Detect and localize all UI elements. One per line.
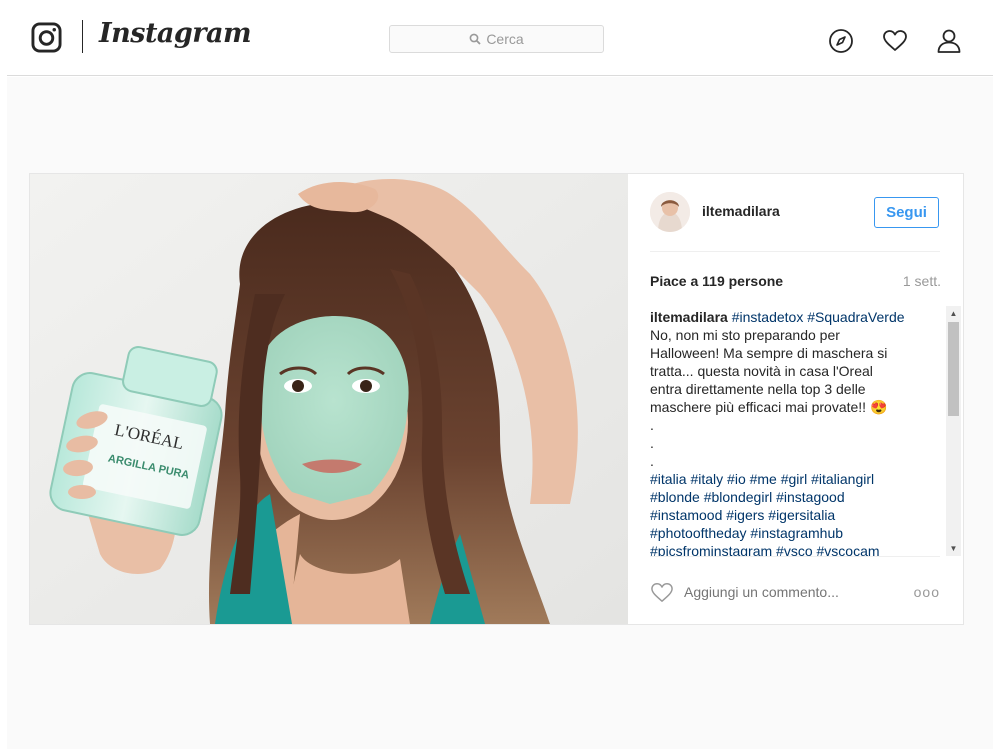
scrollbar-thumb[interactable] <box>948 322 959 416</box>
search-input[interactable]: Cerca <box>389 25 604 53</box>
post-timestamp[interactable]: 1 sett. <box>903 273 941 289</box>
post-header: iltemadilara Segui <box>650 174 940 252</box>
caption-scroll-area[interactable]: iltemadilara #instadetox #SquadraVerde N… <box>650 308 962 556</box>
caption-text-line: Halloween! Ma sempre di maschera si <box>650 345 888 361</box>
caption-first-line: iltemadilara #instadetox #SquadraVerde <box>650 308 940 326</box>
top-nav: Instagram Cerca <box>7 0 993 76</box>
like-heart-icon[interactable] <box>650 581 674 603</box>
avatar-image <box>650 192 690 232</box>
heart-icon[interactable] <box>882 28 908 54</box>
hashtag-line[interactable]: #instamood #igers #igersitalia <box>650 506 940 524</box>
caption-text-line: maschere più efficaci mai provate!! 😍 <box>650 399 888 415</box>
post-username[interactable]: iltemadilara <box>702 203 780 219</box>
caption-scrollbar[interactable]: ▲ ▼ <box>946 306 961 556</box>
likes-count[interactable]: Piace a 119 persone <box>650 273 783 289</box>
hashtag-link[interactable]: #instadetox <box>732 309 804 325</box>
hashtag-line[interactable]: #photooftheday #instagramhub <box>650 524 940 542</box>
scroll-up-arrow-icon[interactable]: ▲ <box>946 306 961 321</box>
scroll-down-arrow-icon[interactable]: ▼ <box>946 541 961 556</box>
caption-dot-line: . <box>650 417 654 433</box>
follow-button[interactable]: Segui <box>874 197 939 228</box>
caption: iltemadilara #instadetox #SquadraVerde N… <box>650 308 940 556</box>
instagram-logo-icon[interactable] <box>31 22 62 53</box>
compass-icon[interactable] <box>828 28 854 54</box>
post-card: L'ORÉAL ARGILLA PURA iltemadilara Segui <box>29 173 964 625</box>
avatar[interactable] <box>650 192 690 232</box>
hashtag-link[interactable]: #SquadraVerde <box>807 309 904 325</box>
hashtag-line[interactable]: #picsfrominstagram #vsco #vscocam <box>650 542 940 556</box>
search-icon <box>469 33 481 45</box>
hashtag-line[interactable]: #italia #italy #io #me #girl #italiangir… <box>650 470 940 488</box>
caption-dot-line: . <box>650 435 654 451</box>
caption-text-line: tratta... questa novità in casa l'Oreal <box>650 363 873 379</box>
more-options-icon[interactable]: ooo <box>914 584 940 600</box>
logo-separator <box>82 20 83 53</box>
post-photo[interactable]: L'ORÉAL ARGILLA PURA <box>30 174 628 624</box>
caption-text-line: entra direttamente nella top 3 delle <box>650 381 866 397</box>
hashtag-line[interactable]: #blonde #blondegirl #instagood <box>650 488 940 506</box>
comment-input[interactable] <box>684 584 904 600</box>
search-placeholder: Cerca <box>486 31 524 47</box>
photo-illustration: L'ORÉAL ARGILLA PURA <box>30 174 628 624</box>
caption-text-line: No, non mi sto preparando per <box>650 327 840 343</box>
post-sidebar: iltemadilara Segui Piace a 119 persone 1… <box>628 174 963 624</box>
profile-icon[interactable] <box>936 28 962 54</box>
comment-bar: ooo <box>650 556 940 624</box>
caption-dot-line: . <box>650 453 654 469</box>
instagram-wordmark[interactable]: Instagram <box>99 18 252 49</box>
caption-username[interactable]: iltemadilara <box>650 309 728 325</box>
